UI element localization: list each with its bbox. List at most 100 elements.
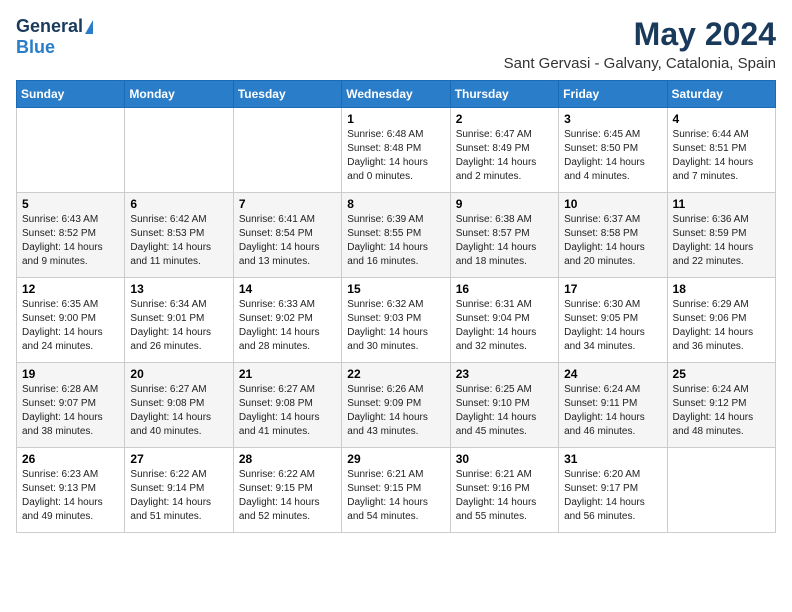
logo: General Blue [16, 16, 93, 58]
day-info: Sunrise: 6:41 AM Sunset: 8:54 PM Dayligh… [239, 213, 336, 269]
day-number: 23 [456, 367, 553, 381]
day-info: Sunrise: 6:24 AM Sunset: 9:11 PM Dayligh… [564, 383, 661, 439]
day-info: Sunrise: 6:27 AM Sunset: 9:08 PM Dayligh… [130, 383, 227, 439]
header: General Blue May 2024 Sant Gervasi - Gal… [16, 16, 776, 72]
day-info: Sunrise: 6:47 AM Sunset: 8:49 PM Dayligh… [456, 128, 553, 184]
day-info: Sunrise: 6:26 AM Sunset: 9:09 PM Dayligh… [347, 383, 444, 439]
calendar-cell: 7 Sunrise: 6:41 AM Sunset: 8:54 PM Daylig… [233, 193, 341, 278]
calendar-cell: 24 Sunrise: 6:24 AM Sunset: 9:11 PM Dayli… [559, 363, 667, 448]
day-number: 18 [673, 282, 770, 296]
day-info: Sunrise: 6:25 AM Sunset: 9:10 PM Dayligh… [456, 383, 553, 439]
calendar-cell: 30 Sunrise: 6:21 AM Sunset: 9:16 PM Dayli… [450, 448, 558, 533]
day-number: 29 [347, 452, 444, 466]
day-number: 8 [347, 197, 444, 211]
day-info: Sunrise: 6:27 AM Sunset: 9:08 PM Dayligh… [239, 383, 336, 439]
header-day-wednesday: Wednesday [342, 81, 450, 108]
calendar-cell: 9 Sunrise: 6:38 AM Sunset: 8:57 PM Daylig… [450, 193, 558, 278]
header-day-friday: Friday [559, 81, 667, 108]
day-number: 9 [456, 197, 553, 211]
header-row: SundayMondayTuesdayWednesdayThursdayFrid… [17, 81, 776, 108]
day-number: 31 [564, 452, 661, 466]
day-info: Sunrise: 6:32 AM Sunset: 9:03 PM Dayligh… [347, 298, 444, 354]
calendar-cell: 6Sunrise: 6:42 AM Sunset: 8:53 PM Daylig… [125, 193, 233, 278]
calendar-cell: 22 Sunrise: 6:26 AM Sunset: 9:09 PM Dayli… [342, 363, 450, 448]
day-info: Sunrise: 6:23 AM Sunset: 9:13 PM Dayligh… [22, 468, 119, 524]
calendar-cell: 31 Sunrise: 6:20 AM Sunset: 9:17 PM Dayli… [559, 448, 667, 533]
calendar-cell: 27 Sunrise: 6:22 AM Sunset: 9:14 PM Dayli… [125, 448, 233, 533]
calendar-cell: 12 Sunrise: 6:35 AM Sunset: 9:00 PM Dayli… [17, 278, 125, 363]
title-area: May 2024 Sant Gervasi - Galvany, Catalon… [504, 16, 776, 72]
header-day-sunday: Sunday [17, 81, 125, 108]
calendar-cell: 13 Sunrise: 6:34 AM Sunset: 9:01 PM Dayli… [125, 278, 233, 363]
day-info: Sunrise: 6:45 AM Sunset: 8:50 PM Dayligh… [564, 128, 661, 184]
week-row: 26 Sunrise: 6:23 AM Sunset: 9:13 PM Dayli… [17, 448, 776, 533]
day-info: Sunrise: 6:38 AM Sunset: 8:57 PM Dayligh… [456, 213, 553, 269]
day-number: 12 [22, 282, 119, 296]
header-day-saturday: Saturday [667, 81, 775, 108]
day-number: 13 [130, 282, 227, 296]
day-number: 15 [347, 282, 444, 296]
day-info: Sunrise: 6:22 AM Sunset: 9:15 PM Dayligh… [239, 468, 336, 524]
week-row: 1 Sunrise: 6:48 AM Sunset: 8:48 PM Daylig… [17, 108, 776, 193]
header-day-thursday: Thursday [450, 81, 558, 108]
day-number: 17 [564, 282, 661, 296]
day-number: 7 [239, 197, 336, 211]
calendar-cell: 28 Sunrise: 6:22 AM Sunset: 9:15 PM Dayli… [233, 448, 341, 533]
calendar-cell: 19 Sunrise: 6:28 AM Sunset: 9:07 PM Dayli… [17, 363, 125, 448]
day-info: Sunrise: 6:20 AM Sunset: 9:17 PM Dayligh… [564, 468, 661, 524]
calendar-cell: 17 Sunrise: 6:30 AM Sunset: 9:05 PM Dayli… [559, 278, 667, 363]
day-number: 1 [347, 112, 444, 126]
calendar-cell: 26 Sunrise: 6:23 AM Sunset: 9:13 PM Dayli… [17, 448, 125, 533]
day-info: Sunrise: 6:24 AM Sunset: 9:12 PM Dayligh… [673, 383, 770, 439]
calendar-cell [667, 448, 775, 533]
day-number: 16 [456, 282, 553, 296]
day-number: 11 [673, 197, 770, 211]
calendar-cell: 15 Sunrise: 6:32 AM Sunset: 9:03 PM Dayli… [342, 278, 450, 363]
day-info: Sunrise: 6:29 AM Sunset: 9:06 PM Dayligh… [673, 298, 770, 354]
day-number: 14 [239, 282, 336, 296]
calendar-cell [233, 108, 341, 193]
day-info: Sunrise: 6:21 AM Sunset: 9:16 PM Dayligh… [456, 468, 553, 524]
header-day-tuesday: Tuesday [233, 81, 341, 108]
calendar-cell: 1 Sunrise: 6:48 AM Sunset: 8:48 PM Daylig… [342, 108, 450, 193]
calendar-cell: 11 Sunrise: 6:36 AM Sunset: 8:59 PM Dayli… [667, 193, 775, 278]
day-info: Sunrise: 6:43 AM Sunset: 8:52 PM Dayligh… [22, 213, 119, 269]
day-number: 10 [564, 197, 661, 211]
day-number: 19 [22, 367, 119, 381]
week-row: 12 Sunrise: 6:35 AM Sunset: 9:00 PM Dayli… [17, 278, 776, 363]
day-info: Sunrise: 6:37 AM Sunset: 8:58 PM Dayligh… [564, 213, 661, 269]
logo-general-text: General [16, 16, 83, 37]
calendar-cell: 3Sunrise: 6:45 AM Sunset: 8:50 PM Daylig… [559, 108, 667, 193]
day-number: 26 [22, 452, 119, 466]
calendar-cell: 20 Sunrise: 6:27 AM Sunset: 9:08 PM Dayli… [125, 363, 233, 448]
day-info: Sunrise: 6:35 AM Sunset: 9:00 PM Dayligh… [22, 298, 119, 354]
day-info: Sunrise: 6:28 AM Sunset: 9:07 PM Dayligh… [22, 383, 119, 439]
calendar-cell: 14Sunrise: 6:33 AM Sunset: 9:02 PM Dayli… [233, 278, 341, 363]
day-number: 24 [564, 367, 661, 381]
day-info: Sunrise: 6:31 AM Sunset: 9:04 PM Dayligh… [456, 298, 553, 354]
calendar-cell: 16 Sunrise: 6:31 AM Sunset: 9:04 PM Dayli… [450, 278, 558, 363]
day-info: Sunrise: 6:34 AM Sunset: 9:01 PM Dayligh… [130, 298, 227, 354]
day-info: Sunrise: 6:22 AM Sunset: 9:14 PM Dayligh… [130, 468, 227, 524]
calendar-cell: 10 Sunrise: 6:37 AM Sunset: 8:58 PM Dayli… [559, 193, 667, 278]
day-number: 30 [456, 452, 553, 466]
day-number: 2 [456, 112, 553, 126]
calendar-cell: 21 Sunrise: 6:27 AM Sunset: 9:08 PM Dayli… [233, 363, 341, 448]
week-row: 5 Sunrise: 6:43 AM Sunset: 8:52 PM Daylig… [17, 193, 776, 278]
day-number: 21 [239, 367, 336, 381]
day-number: 27 [130, 452, 227, 466]
calendar-cell: 5 Sunrise: 6:43 AM Sunset: 8:52 PM Daylig… [17, 193, 125, 278]
calendar-cell: 25Sunrise: 6:24 AM Sunset: 9:12 PM Dayli… [667, 363, 775, 448]
day-number: 28 [239, 452, 336, 466]
week-row: 19 Sunrise: 6:28 AM Sunset: 9:07 PM Dayli… [17, 363, 776, 448]
calendar-header: SundayMondayTuesdayWednesdayThursdayFrid… [17, 81, 776, 108]
day-number: 22 [347, 367, 444, 381]
day-info: Sunrise: 6:36 AM Sunset: 8:59 PM Dayligh… [673, 213, 770, 269]
day-number: 5 [22, 197, 119, 211]
subtitle: Sant Gervasi - Galvany, Catalonia, Spain [504, 55, 776, 72]
day-info: Sunrise: 6:30 AM Sunset: 9:05 PM Dayligh… [564, 298, 661, 354]
calendar-cell: 23 Sunrise: 6:25 AM Sunset: 9:10 PM Dayli… [450, 363, 558, 448]
day-info: Sunrise: 6:48 AM Sunset: 8:48 PM Dayligh… [347, 128, 444, 184]
day-number: 20 [130, 367, 227, 381]
calendar-cell: 4Sunrise: 6:44 AM Sunset: 8:51 PM Daylig… [667, 108, 775, 193]
